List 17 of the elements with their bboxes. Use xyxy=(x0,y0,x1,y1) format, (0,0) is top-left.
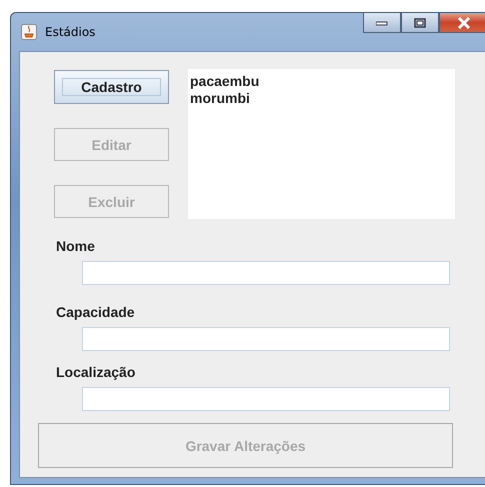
list-item[interactable]: morumbi xyxy=(190,90,455,107)
field-label: Nome xyxy=(56,237,96,255)
window-title: Estádios xyxy=(45,25,96,39)
maximize-button[interactable] xyxy=(401,13,439,33)
input-field[interactable] xyxy=(82,327,450,351)
input-field[interactable] xyxy=(82,387,450,411)
close-button[interactable] xyxy=(439,13,485,33)
action-button[interactable]: Cadastro xyxy=(54,70,169,104)
minimize-button[interactable] xyxy=(363,13,401,33)
list-item[interactable]: pacaembu xyxy=(190,73,455,90)
field-label: Localização xyxy=(56,363,136,381)
close-icon xyxy=(457,16,471,28)
field-label: Capacidade xyxy=(56,303,136,321)
maximize-icon xyxy=(414,18,426,28)
cup-icon xyxy=(21,24,37,40)
minimize-icon xyxy=(376,20,388,26)
input-field[interactable] xyxy=(82,261,450,285)
